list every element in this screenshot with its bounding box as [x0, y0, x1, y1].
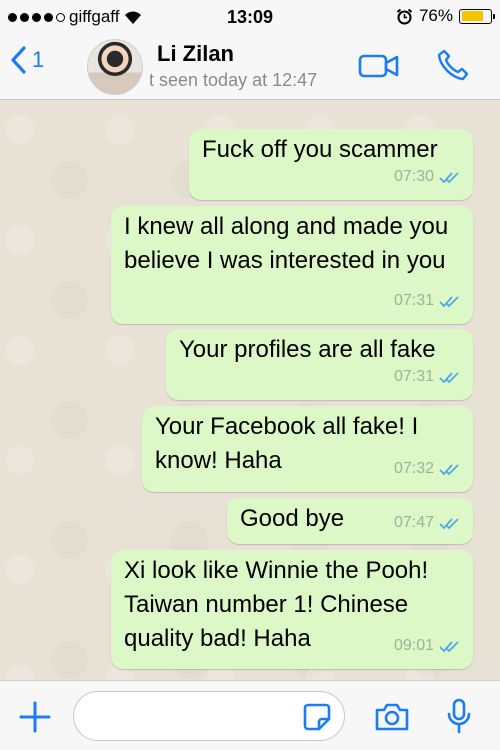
status-right: 76%	[396, 6, 495, 26]
battery-percent: 76%	[418, 6, 453, 25]
message-bubble[interactable]: Xi look like Winnie the Pooh! Taiwan num…	[111, 550, 473, 669]
message-time: 07:30	[393, 168, 434, 185]
alarm-icon	[396, 8, 413, 24]
double-check-read-icon	[439, 295, 459, 307]
message-time: 07:31	[393, 292, 434, 309]
signal-dots-icon	[8, 12, 65, 22]
message-meta: 07:30	[394, 160, 461, 194]
back-unread-count: 1	[32, 47, 45, 72]
message-bubble[interactable]: Your profiles are all fake 07:31	[166, 329, 473, 400]
message-bubble[interactable]: I knew all along and made you believe I …	[111, 206, 473, 324]
double-check-read-icon	[439, 171, 459, 183]
back-chevron-icon	[11, 46, 26, 74]
message-meta: 07:31	[394, 360, 461, 394]
message-time: 07:31	[393, 368, 434, 385]
message-time: 09:01	[393, 637, 434, 654]
battery-fill	[461, 11, 483, 21]
message-bubble[interactable]: Your Facebook all fake! I know! Haha 07:…	[142, 406, 473, 492]
phone-call-icon[interactable]	[436, 48, 470, 82]
chat-area[interactable]: Fuck off you scammer 07:30 I knew all al…	[0, 100, 500, 680]
sticker-icon[interactable]	[303, 703, 331, 731]
contact-status-text: last seen today at 12:47	[150, 70, 318, 90]
avatar[interactable]	[87, 39, 143, 95]
wifi-icon	[125, 11, 142, 24]
message-meta: 07:31	[394, 284, 461, 318]
message-meta: 07:47	[394, 506, 461, 540]
message-bubble[interactable]: Good bye 07:47	[227, 498, 473, 544]
contact-name[interactable]: Li Zilan	[157, 41, 234, 67]
status-bar: giffgaff 13:09 76%	[0, 0, 500, 34]
microphone-icon[interactable]	[446, 698, 472, 734]
plus-icon[interactable]	[18, 700, 52, 734]
carrier-name: giffgaff	[69, 7, 120, 26]
video-call-icon[interactable]	[358, 52, 400, 80]
message-text: I knew all along and made you believe I …	[124, 213, 449, 274]
back-button[interactable]: 1	[10, 46, 44, 74]
message-time: 07:47	[393, 514, 434, 531]
double-check-read-icon	[439, 371, 459, 383]
message-meta: 07:32	[394, 452, 461, 486]
status-left: giffgaff	[8, 7, 143, 27]
message-bubble[interactable]: Fuck off you scammer 07:30	[189, 129, 473, 200]
message-meta: 09:01	[394, 629, 461, 663]
chat-header: 1 Li Zilan last seen today at 12:47	[0, 34, 500, 100]
double-check-read-icon	[439, 640, 459, 652]
double-check-read-icon	[439, 517, 459, 529]
message-input-bar	[0, 680, 500, 750]
message-time: 07:32	[393, 460, 434, 477]
battery-icon	[459, 8, 495, 24]
double-check-read-icon	[439, 463, 459, 475]
camera-icon[interactable]	[374, 702, 410, 732]
contact-status[interactable]: last seen today at 12:47	[150, 70, 350, 91]
